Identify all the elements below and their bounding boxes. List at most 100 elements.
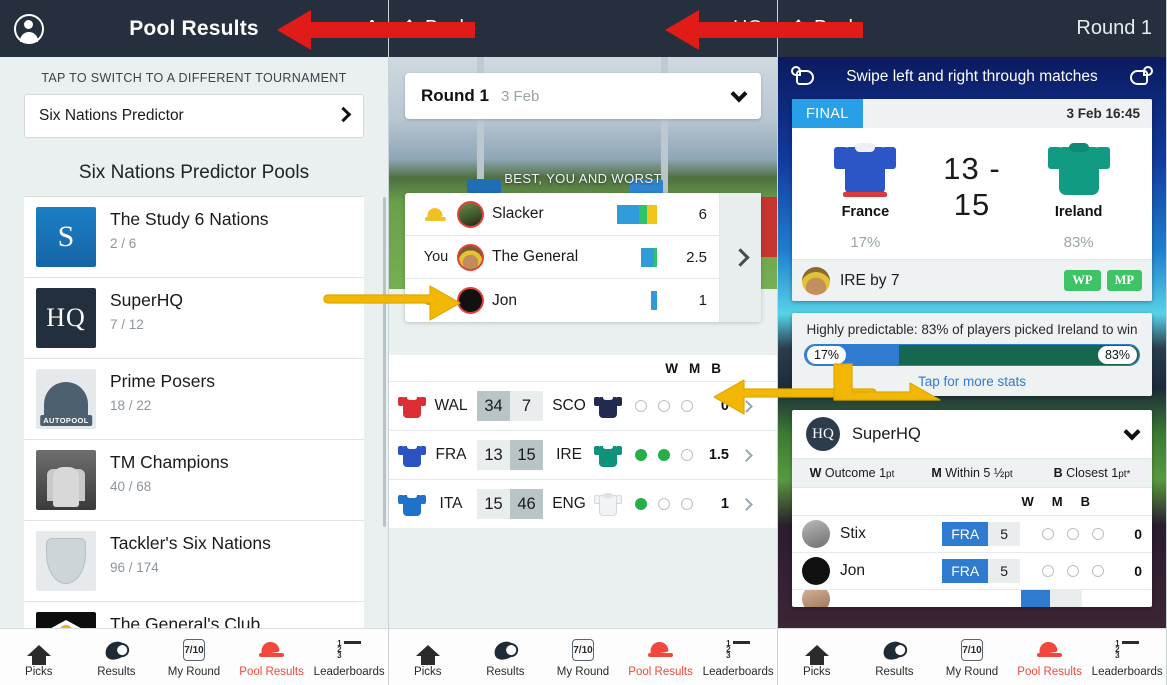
shield-logo: [36, 531, 96, 591]
status-badge: MP: [1106, 270, 1142, 291]
tab-pool-results[interactable]: Pool Results: [233, 637, 311, 678]
match-result-card[interactable]: FINAL 3 Feb 16:45 France 17% 13 - 15 Ire…: [792, 99, 1152, 301]
table-row[interactable]: Jon FRA 5 0: [792, 552, 1152, 589]
hq-logo: HQ: [36, 288, 96, 348]
list-item[interactable]: S The Study 6 Nations 2 / 6: [24, 197, 364, 278]
match-detail-arrow[interactable]: [729, 497, 763, 511]
scrollbar[interactable]: [383, 197, 386, 527]
more-vertical-icon[interactable]: [370, 19, 374, 38]
home-side: France 17%: [800, 140, 931, 251]
tab-my-round[interactable]: 7/10 My Round: [544, 637, 622, 678]
tab-leaderboards[interactable]: 123 Leaderboards: [699, 637, 777, 678]
tournament-selector[interactable]: Six Nations Predictor: [24, 94, 364, 138]
bottom-tabbar: Picks Results 7/10 My Round Pool Results…: [389, 628, 777, 685]
table-row[interactable]: [792, 589, 1152, 607]
gold-cap-icon: [415, 208, 457, 221]
pools-list: S The Study 6 Nations 2 / 6 HQ SuperHQ 7…: [24, 196, 364, 628]
account-circle-icon[interactable]: [14, 13, 44, 44]
pick-team: FRA: [942, 522, 989, 546]
avatar: [457, 243, 484, 271]
away-team-name: Ireland: [1054, 204, 1103, 220]
back-label: Back: [425, 17, 470, 39]
match-datetime: 3 Feb 16:45: [1066, 106, 1140, 121]
chevron-left-icon: [400, 19, 419, 38]
list-item[interactable]: TGC The General's Club: [24, 602, 364, 628]
back-label: Back: [814, 17, 859, 39]
tab-results[interactable]: Results: [467, 637, 545, 678]
ball-icon: [856, 637, 934, 664]
avatar: [457, 200, 484, 228]
table-row[interactable]: WAL 34 7 SCO 0: [389, 381, 777, 430]
score-icon: 7/10: [933, 637, 1011, 664]
player-name: Stix: [840, 525, 866, 542]
panel2-navbar: Back SuperHQ: [389, 0, 777, 57]
page-title: Pool Results: [129, 16, 259, 40]
hand-right-icon: [1126, 66, 1153, 88]
panel3-body: Swipe left and right through matches FIN…: [778, 57, 1166, 628]
tab-results[interactable]: Results: [78, 637, 156, 678]
pick-margin: [1050, 590, 1082, 607]
away-side: Ireland 83%: [1013, 140, 1144, 251]
tab-my-round[interactable]: 7/10 My Round: [155, 637, 233, 678]
score-icon: 7/10: [544, 637, 622, 664]
match-card-header: FINAL 3 Feb 16:45: [792, 99, 1152, 128]
tab-my-round[interactable]: 7/10 My Round: [933, 637, 1011, 678]
tab-picks[interactable]: Picks: [389, 637, 467, 678]
pool-header[interactable]: HQ SuperHQ: [792, 410, 1152, 458]
home-icon: [778, 637, 856, 665]
right-pct-label: 83%: [1097, 346, 1137, 364]
chevron-down-icon[interactable]: [1123, 423, 1141, 440]
list-item[interactable]: AUTOPOOL Prime Posers 18 / 22: [24, 359, 364, 440]
more-stats-link[interactable]: Tap for more stats: [804, 371, 1140, 389]
back-button[interactable]: Back: [789, 17, 859, 40]
legend-m: M Within 5 ½pt: [931, 466, 1013, 480]
score-bar: [651, 291, 657, 310]
byw-more-button[interactable]: [719, 193, 761, 322]
table-row[interactable]: Stix FRA 5 0: [792, 515, 1152, 552]
score-bar: [617, 204, 657, 224]
list-item[interactable]: HQ SuperHQ 7 / 12: [24, 278, 364, 359]
list-item[interactable]: You The General 2.5: [405, 236, 719, 279]
wales-jersey-icon: [398, 394, 426, 419]
wmb-header: W M B: [665, 360, 721, 376]
pool-rank: 2 / 6: [110, 235, 137, 251]
legend-w: W Outcome 1pt: [809, 466, 895, 480]
my-pick-label: IRE by 7: [840, 271, 900, 289]
tab-leaderboards[interactable]: 123 Leaderboards: [310, 637, 388, 678]
home-team-name: France: [841, 204, 890, 220]
tab-pool-results[interactable]: Pool Results: [622, 637, 700, 678]
chevron-right-icon: [335, 106, 352, 123]
pool-name: Prime Posers: [110, 371, 216, 391]
list-item[interactable]: Slacker 6: [405, 193, 719, 236]
round-selector[interactable]: Round 1 3 Feb: [405, 73, 761, 119]
avatar: [457, 287, 484, 314]
panel-match-detail: Back Round 1 Swipe left and right throug…: [778, 0, 1167, 685]
home-team: FRA: [435, 446, 467, 463]
panel-round-summary: Back SuperHQ Round 1 3 Feb BEST, YOU AND…: [389, 0, 778, 685]
best-you-worst-card[interactable]: Slacker 6 You The General 2.5 Jon 1: [405, 193, 761, 322]
my-pick-row: IRE by 7 WP MP: [792, 259, 1152, 301]
tab-picks[interactable]: Picks: [0, 637, 78, 678]
panel3-navbar: Back Round 1: [778, 0, 1166, 57]
pick-team: [1020, 590, 1051, 607]
list-item[interactable]: TM Champions 40 / 68: [24, 440, 364, 521]
left-pct-label: 17%: [807, 346, 847, 364]
list-item[interactable]: Jon 1: [405, 279, 719, 322]
predictability-stats-card[interactable]: Highly predictable: 83% of players picke…: [792, 313, 1152, 396]
tab-leaderboards[interactable]: 123 Leaderboards: [1088, 637, 1166, 678]
table-row[interactable]: FRA 13 15 IRE 1.5: [389, 430, 777, 479]
cap-icon: [1011, 637, 1089, 664]
table-row[interactable]: ITA 15 46 ENG 1: [389, 479, 777, 528]
match-detail-arrow[interactable]: [729, 448, 763, 462]
best-you-worst-label: BEST, YOU AND WORST: [504, 171, 662, 186]
list-item[interactable]: Tackler's Six Nations 96 / 174: [24, 521, 364, 602]
away-score: 46: [510, 489, 543, 519]
tab-picks[interactable]: Picks: [778, 637, 856, 678]
tab-pool-results[interactable]: Pool Results: [1011, 637, 1089, 678]
tab-results[interactable]: Results: [856, 637, 934, 678]
avatar: [802, 266, 830, 295]
match-detail-arrow[interactable]: [729, 399, 763, 413]
back-button[interactable]: Back: [400, 17, 470, 40]
panel1-navbar: Pool Results: [0, 0, 388, 57]
matches-list: W M B WAL 34 7 SCO 0 FRA 13 15 IRE 1.5 I…: [389, 355, 777, 528]
